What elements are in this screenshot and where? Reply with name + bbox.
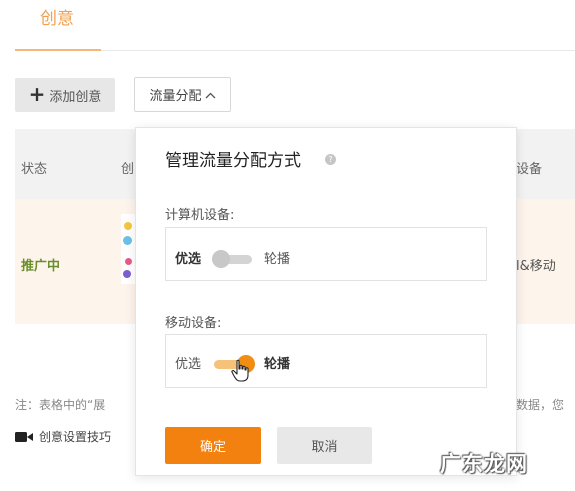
- traffic-allocation-label: 流量分配: [149, 89, 202, 104]
- column-header-creative: 创: [121, 162, 135, 177]
- hand-cursor-icon: [231, 359, 249, 382]
- traffic-allocation-button[interactable]: 流量分配: [134, 77, 231, 112]
- chevron-up-icon: [205, 92, 215, 98]
- confirm-button[interactable]: 确定: [165, 427, 261, 464]
- creative-tips-link[interactable]: 创意设置技巧: [15, 428, 111, 445]
- tab-active-underline: [15, 49, 101, 51]
- popover-title: 管理流量分配方式: [165, 151, 301, 171]
- device-value: l&移动: [516, 259, 556, 274]
- column-header-status: 状态: [21, 162, 48, 177]
- table-note-tail: 数据，您: [516, 398, 565, 412]
- mobile-option-box: [165, 334, 487, 388]
- tab-creative[interactable]: 创意: [40, 4, 74, 29]
- video-camera-icon: [15, 431, 33, 442]
- cancel-button[interactable]: 取消: [277, 427, 372, 464]
- add-creative-label: 添加创意: [49, 89, 102, 105]
- column-header-device: 设备: [516, 162, 543, 177]
- computer-option-preferred[interactable]: 优选: [175, 248, 201, 267]
- mobile-option-rotate[interactable]: 轮播: [264, 353, 290, 372]
- tab-divider: [101, 50, 575, 51]
- mobile-device-label: 移动设备:: [165, 316, 222, 331]
- plus-icon: +: [28, 82, 46, 106]
- table-note: 注：表格中的“展: [15, 398, 106, 412]
- traffic-allocation-popover: [135, 127, 517, 476]
- creative-thumbnail[interactable]: [121, 214, 135, 284]
- add-creative-button[interactable]: + 添加创意: [15, 78, 115, 112]
- computer-device-label: 计算机设备:: [165, 208, 235, 223]
- mobile-option-preferred[interactable]: 优选: [175, 353, 201, 372]
- watermark: 广东龙网: [440, 452, 528, 476]
- help-icon[interactable]: ?: [325, 154, 336, 165]
- computer-toggle-knob[interactable]: [212, 250, 230, 268]
- computer-option-rotate[interactable]: 轮播: [264, 248, 290, 267]
- creative-tips-label: 创意设置技巧: [39, 430, 112, 444]
- status-value: 推广中: [21, 259, 61, 274]
